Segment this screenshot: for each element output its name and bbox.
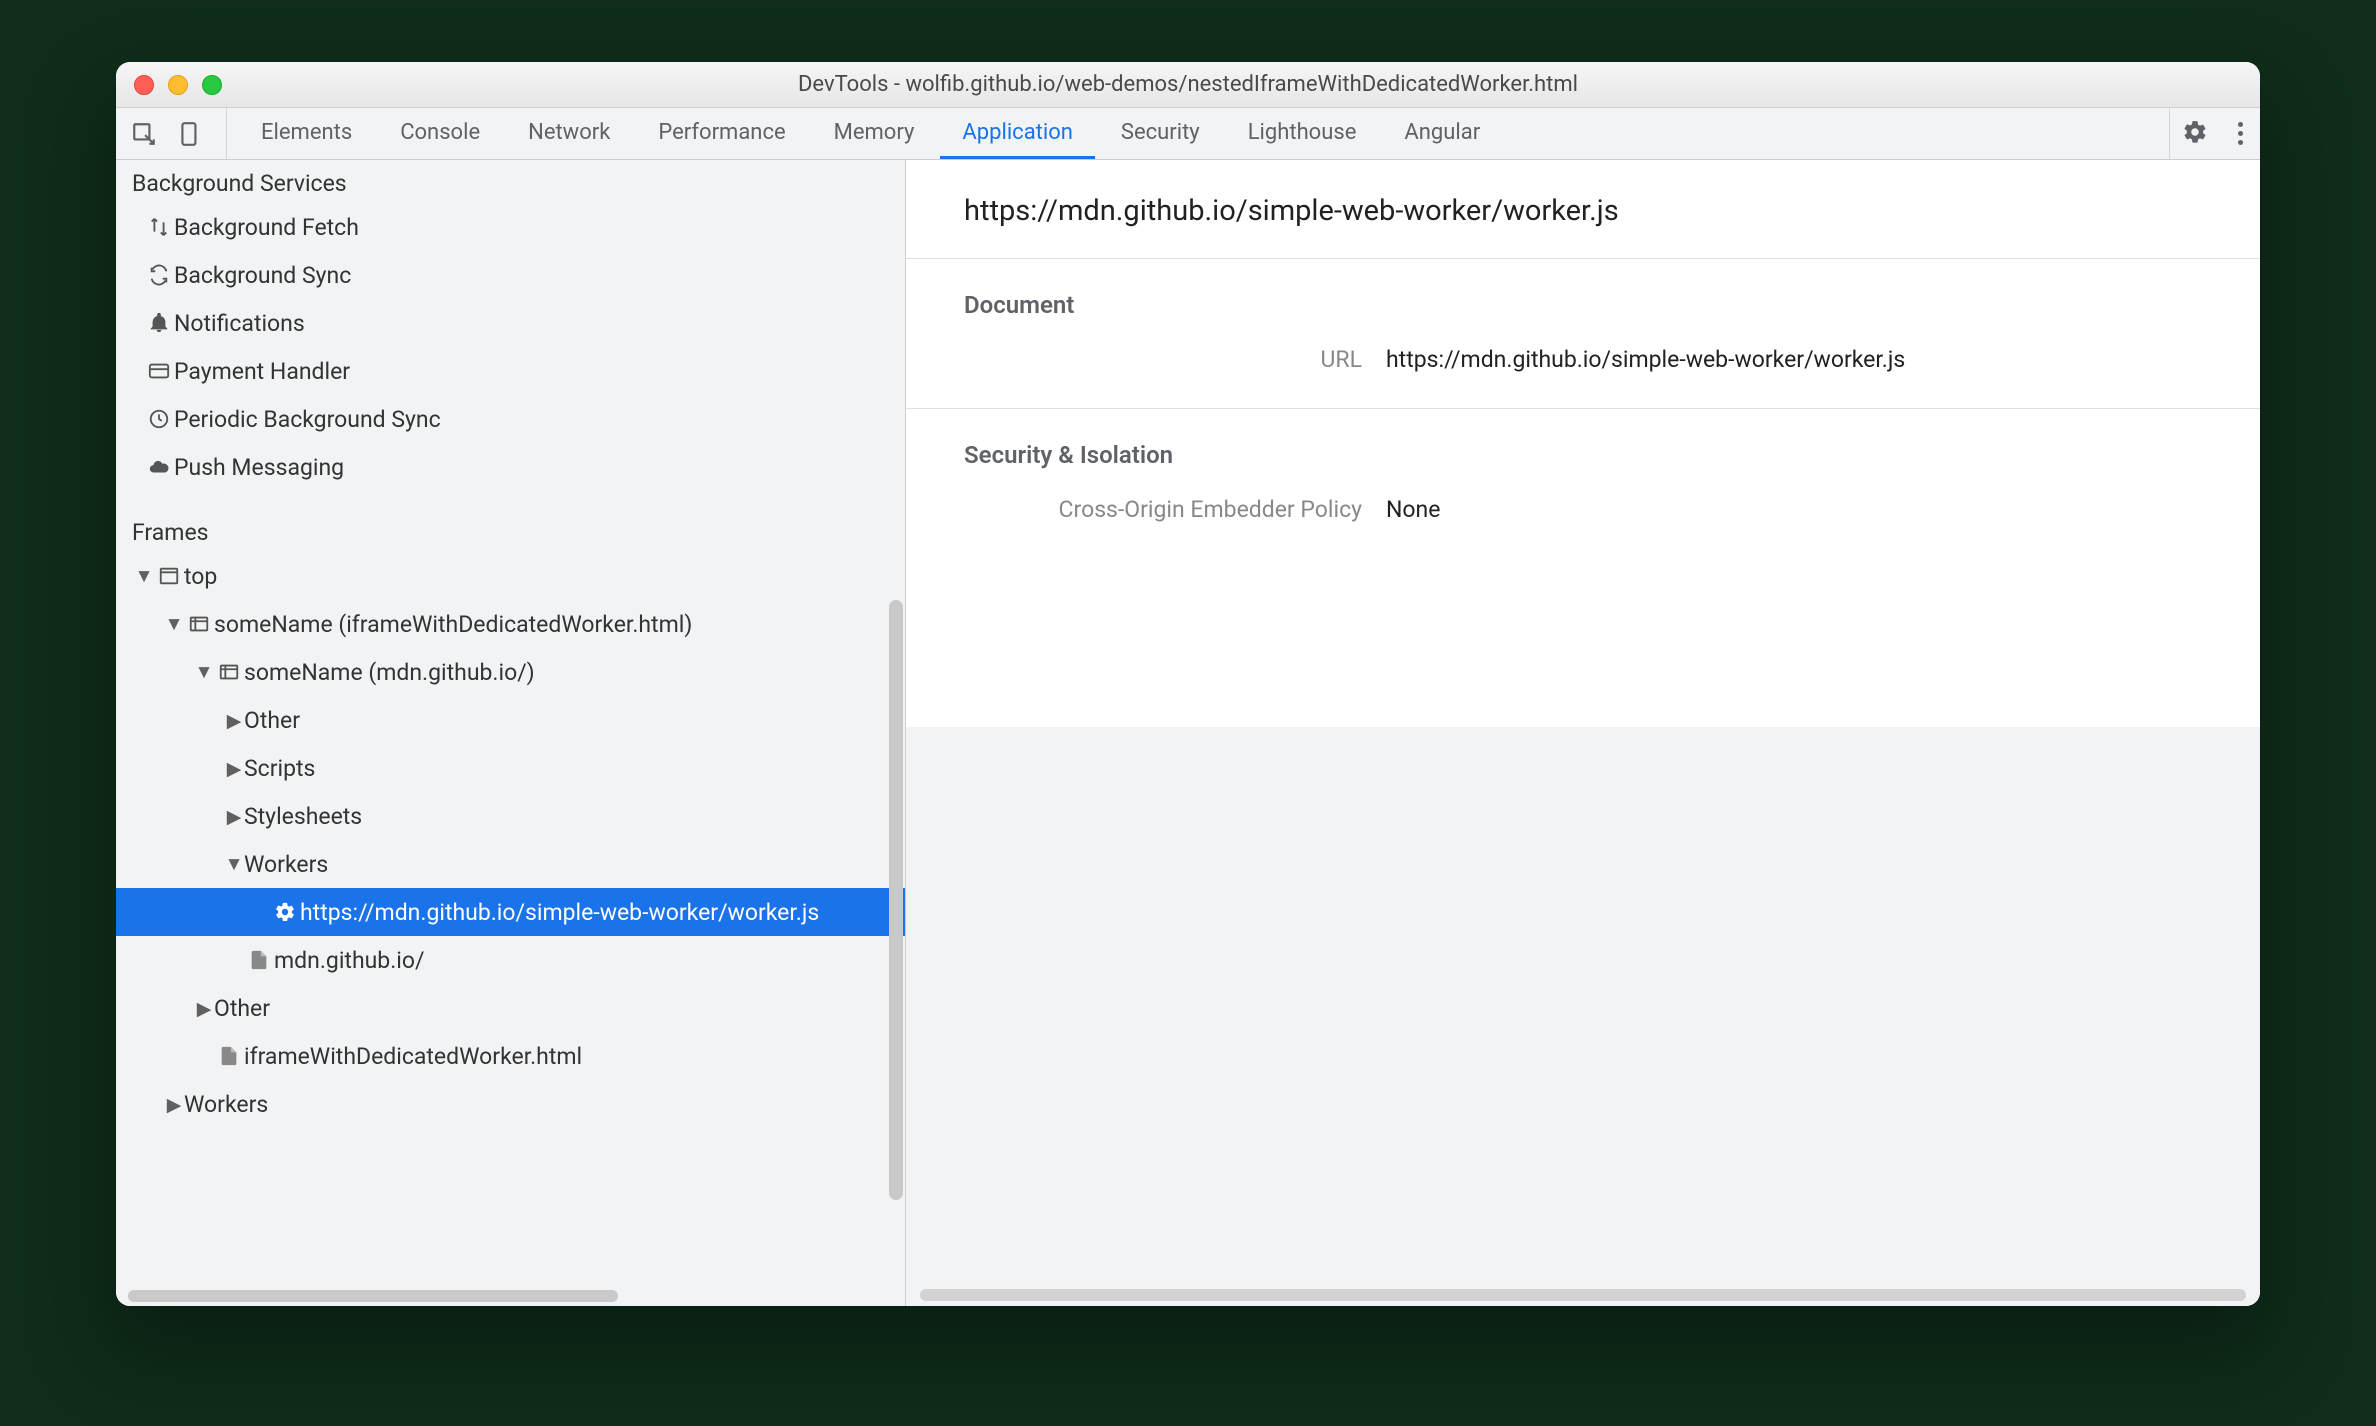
tab-angular[interactable]: Angular (1382, 108, 1502, 159)
tree-item-label: Workers (244, 851, 328, 878)
sidebar-section-background-services: Background Services (116, 160, 905, 203)
device-toolbar-icon[interactable] (176, 120, 204, 148)
tree-item-label: someName (mdn.github.io/) (244, 659, 535, 686)
tree-item-document-iframe[interactable]: iframeWithDedicatedWorker.html (116, 1032, 905, 1080)
tree-item-label: Other (214, 995, 270, 1022)
sidebar-item-periodic-background-sync[interactable]: Periodic Background Sync (116, 395, 905, 443)
clock-icon (144, 408, 174, 430)
kv-row-url: URL https://mdn.github.io/simple-web-wor… (906, 337, 2260, 384)
main-header-url: https://mdn.github.io/simple-web-worker/… (906, 160, 2260, 259)
tree-item-workers-2[interactable]: ▶ Workers (116, 1080, 905, 1128)
sidebar-horizontal-scrollbar[interactable] (116, 1286, 905, 1306)
window-close-button[interactable] (134, 75, 154, 95)
block-title-document: Document (906, 259, 2260, 337)
chevron-right-icon[interactable]: ▶ (164, 1093, 184, 1116)
sidebar-item-label: Background Sync (174, 262, 351, 289)
window-minimize-button[interactable] (168, 75, 188, 95)
more-options-icon[interactable] (2228, 121, 2252, 147)
kv-val-url: https://mdn.github.io/simple-web-worker/… (1386, 343, 1905, 378)
chevron-down-icon[interactable]: ▼ (134, 564, 154, 588)
tree-item-other[interactable]: ▶ Other (116, 696, 905, 744)
sidebar-item-background-sync[interactable]: Background Sync (116, 251, 905, 299)
frame-icon (214, 661, 244, 683)
bell-icon (144, 312, 174, 334)
tab-application[interactable]: Application (940, 108, 1094, 159)
tree-item-worker-url[interactable]: https://mdn.github.io/simple-web-worker/… (116, 888, 905, 936)
tab-elements[interactable]: Elements (239, 108, 374, 159)
tree-item-label: Stylesheets (244, 803, 362, 830)
devtools-window: DevTools - wolfib.github.io/web-demos/ne… (116, 62, 2260, 1306)
tree-item-frame-1[interactable]: ▼ someName (iframeWithDedicatedWorker.ht… (116, 600, 905, 648)
toolbar: Elements Console Network Performance Mem… (116, 108, 2260, 160)
chevron-right-icon[interactable]: ▶ (194, 997, 214, 1020)
tree-item-scripts[interactable]: ▶ Scripts (116, 744, 905, 792)
main-horizontal-scrollbar[interactable] (906, 1284, 2260, 1306)
sidebar-item-payment-handler[interactable]: Payment Handler (116, 347, 905, 395)
sidebar-item-label: Payment Handler (174, 358, 350, 385)
tree-item-label: https://mdn.github.io/simple-web-worker/… (300, 899, 819, 926)
main-panel: https://mdn.github.io/simple-web-worker/… (906, 160, 2260, 1306)
cloud-icon (144, 456, 174, 478)
tree-item-label: mdn.github.io/ (274, 947, 424, 974)
updown-icon (144, 216, 174, 238)
window-maximize-button[interactable] (202, 75, 222, 95)
tree-item-label: someName (iframeWithDedicatedWorker.html… (214, 611, 692, 638)
tab-lighthouse[interactable]: Lighthouse (1226, 108, 1379, 159)
chevron-down-icon[interactable]: ▼ (224, 852, 244, 876)
tab-console[interactable]: Console (378, 108, 502, 159)
sidebar-item-label: Background Fetch (174, 214, 359, 241)
tree-item-label: iframeWithDedicatedWorker.html (244, 1043, 582, 1070)
content-area: Background Services Background Fetch (116, 160, 2260, 1306)
chevron-down-icon[interactable]: ▼ (194, 660, 214, 684)
sidebar: Background Services Background Fetch (116, 160, 906, 1306)
sidebar-item-notifications[interactable]: Notifications (116, 299, 905, 347)
tree-item-frame-2[interactable]: ▼ someName (mdn.github.io/) (116, 648, 905, 696)
sidebar-item-label: Push Messaging (174, 454, 344, 481)
tree-item-label: Scripts (244, 755, 315, 782)
tree-item-label: Other (244, 707, 300, 734)
block-security-isolation: Security & Isolation Cross-Origin Embedd… (906, 409, 2260, 558)
titlebar: DevTools - wolfib.github.io/web-demos/ne… (116, 62, 2260, 108)
block-title-security: Security & Isolation (906, 409, 2260, 487)
document-icon (244, 949, 274, 971)
inspect-element-icon[interactable] (130, 120, 158, 148)
tree-item-workers[interactable]: ▼ Workers (116, 840, 905, 888)
tab-security[interactable]: Security (1099, 108, 1222, 159)
sidebar-item-background-fetch[interactable]: Background Fetch (116, 203, 905, 251)
block-document: Document URL https://mdn.github.io/simpl… (906, 259, 2260, 409)
kv-key-coep: Cross-Origin Embedder Policy (906, 493, 1386, 528)
chevron-down-icon[interactable]: ▼ (164, 612, 184, 636)
tree-item-label: Workers (184, 1091, 268, 1118)
tab-strip: Elements Console Network Performance Mem… (239, 108, 2161, 159)
gear-icon (270, 901, 300, 923)
document-icon (214, 1045, 244, 1067)
window-icon (154, 565, 184, 587)
frame-icon (184, 613, 214, 635)
kv-val-coep: None (1386, 493, 1440, 528)
tab-performance[interactable]: Performance (636, 108, 807, 159)
sync-icon (144, 264, 174, 286)
tab-memory[interactable]: Memory (812, 108, 937, 159)
tree-item-other-2[interactable]: ▶ Other (116, 984, 905, 1032)
kv-key-url: URL (906, 343, 1386, 378)
traffic-lights (134, 75, 222, 95)
sidebar-vertical-scrollbar[interactable] (889, 600, 903, 1200)
sidebar-item-label: Notifications (174, 310, 305, 337)
sidebar-item-label: Periodic Background Sync (174, 406, 441, 433)
tab-network[interactable]: Network (506, 108, 632, 159)
tree-item-top[interactable]: ▼ top (116, 552, 905, 600)
settings-icon[interactable] (2182, 119, 2208, 149)
tree-item-label: top (184, 563, 217, 590)
tree-item-stylesheets[interactable]: ▶ Stylesheets (116, 792, 905, 840)
sidebar-section-frames: Frames (116, 509, 905, 552)
tree-item-document-mdn[interactable]: mdn.github.io/ (116, 936, 905, 984)
sidebar-item-push-messaging[interactable]: Push Messaging (116, 443, 905, 491)
chevron-right-icon[interactable]: ▶ (224, 709, 244, 732)
window-title: DevTools - wolfib.github.io/web-demos/ne… (116, 72, 2260, 97)
card-icon (144, 360, 174, 382)
chevron-right-icon[interactable]: ▶ (224, 757, 244, 780)
chevron-right-icon[interactable]: ▶ (224, 805, 244, 828)
kv-row-coep: Cross-Origin Embedder Policy None (906, 487, 2260, 534)
